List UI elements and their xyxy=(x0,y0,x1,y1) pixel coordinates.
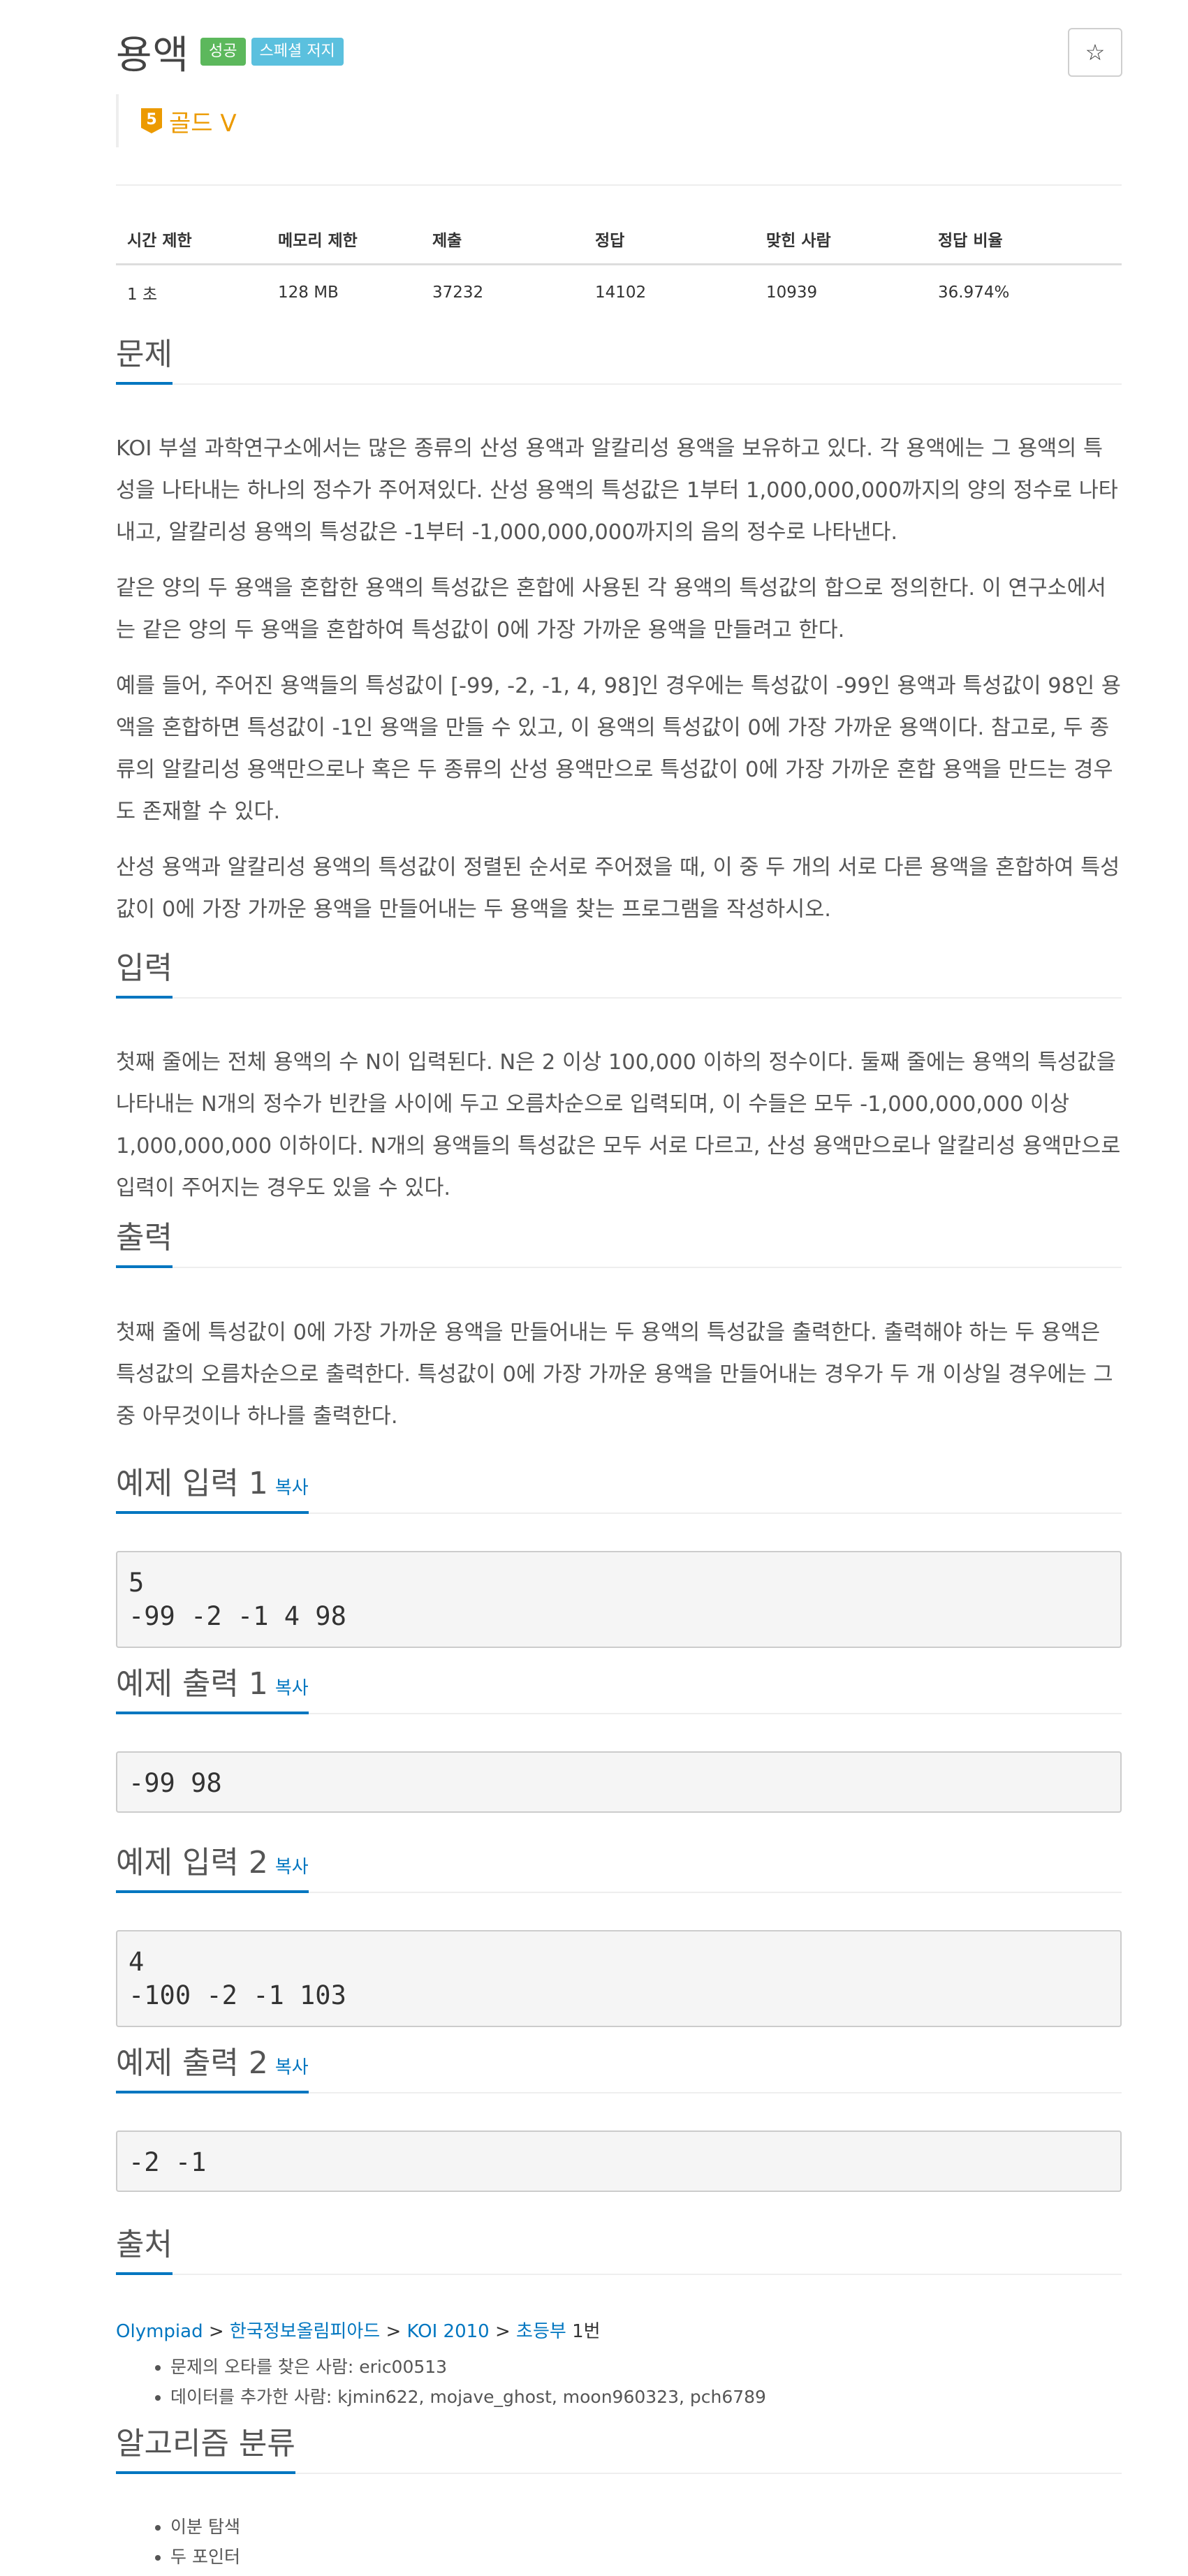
table-cell: 128 MB xyxy=(278,283,339,302)
paragraph: KOI 부설 과학연구소에서는 많은 종류의 산성 용액과 알칼리성 용액을 보… xyxy=(116,436,1118,545)
table-row: 1 초 128 MB 37232 14102 10939 36.974% xyxy=(116,264,1122,320)
algorithm-list: 이분 탐색 두 포인터 xyxy=(170,2512,240,2572)
copy-button[interactable]: 복사 xyxy=(275,2057,309,2078)
list-item: 문제의 오타를 찾은 사람: eric00513 xyxy=(170,2352,766,2382)
status-badge-success: 성공 xyxy=(200,37,246,66)
section-title: 예제 출력 2 xyxy=(116,2045,268,2081)
table-cell[interactable]: 10939 xyxy=(755,264,927,320)
section-title: 출처 xyxy=(116,2219,173,2275)
section-heading-input: 입력 xyxy=(116,950,1122,999)
breadcrumb-separator: > xyxy=(380,2321,407,2342)
sample-output-2[interactable]: -2 -1 xyxy=(116,2130,1122,2192)
source-breadcrumb: Olympiad > 한국정보올림피아드 > KOI 2010 > 초등부 1번 xyxy=(116,2317,601,2343)
section-heading-sample-input-2: 예제 입력 2 복사 xyxy=(116,1845,1122,1893)
sample-input-1[interactable]: 5 -99 -2 -1 4 98 xyxy=(116,1551,1122,1648)
page-title: 용액 xyxy=(116,32,190,78)
breadcrumb-separator: > xyxy=(203,2321,230,2342)
paragraph: 같은 양의 두 용액을 혼합한 용액의 특성값은 혼합에 사용된 각 용액의 특… xyxy=(116,576,1106,642)
tier-badge-icon: 5 xyxy=(140,107,163,135)
list-item: 데이터를 추가한 사람: kjmin622, mojave_ghost, moo… xyxy=(170,2382,766,2412)
table-cell: 1 초 xyxy=(127,285,158,304)
table-cell[interactable]: 37232 xyxy=(421,264,584,320)
source-link-elementary[interactable]: 초등부 xyxy=(516,2321,566,2342)
section-title: 예제 입력 1 xyxy=(116,1466,268,1501)
copy-button[interactable]: 복사 xyxy=(275,1857,309,1878)
source-problem-number: 1번 xyxy=(566,2321,601,2342)
section-heading-source: 출처 xyxy=(116,2227,1122,2275)
sample-input-2[interactable]: 4 -100 -2 -1 103 xyxy=(116,1930,1122,2027)
svg-text:5: 5 xyxy=(146,111,156,128)
paragraph: 첫째 줄에 특성값이 0에 가장 가까운 용액을 만들어내는 두 용액의 특성값… xyxy=(116,1320,1113,1429)
problem-info-table: 시간 제한 메모리 제한 제출 정답 맞힌 사람 정답 비율 1 초 128 M… xyxy=(116,215,1122,320)
copy-button[interactable]: 복사 xyxy=(275,1678,309,1699)
section-heading-algorithm: 알고리즘 분류 xyxy=(116,2426,1122,2474)
paragraph: 산성 용액과 알칼리성 용액의 특성값이 정렬된 순서로 주어졌을 때, 이 중… xyxy=(116,855,1120,922)
table-cell: 36.974% xyxy=(938,283,1010,302)
divider xyxy=(116,184,1122,186)
section-heading-sample-output-2: 예제 출력 2 복사 xyxy=(116,2045,1122,2093)
section-title: 문제 xyxy=(116,329,173,385)
section-title: 입력 xyxy=(116,943,173,999)
list-item[interactable]: 이분 탐색 xyxy=(170,2512,240,2542)
star-button[interactable]: ☆ xyxy=(1068,28,1122,77)
input-description: 첫째 줄에는 전체 용액의 수 N이 입력된다. N은 2 이상 100,000… xyxy=(116,1042,1122,1223)
paragraph: 첫째 줄에는 전체 용액의 수 N이 입력된다. N은 2 이상 100,000… xyxy=(116,1050,1121,1200)
section-heading-sample-output-1: 예제 출력 1 복사 xyxy=(116,1666,1122,1714)
sample-output-1[interactable]: -99 98 xyxy=(116,1751,1122,1813)
table-cell[interactable]: 14102 xyxy=(584,264,755,320)
source-link-koi[interactable]: 한국정보올림피아드 xyxy=(230,2321,380,2342)
tier-block: 5 골드 V xyxy=(116,94,237,147)
section-title: 예제 입력 2 xyxy=(116,1845,268,1881)
copy-button[interactable]: 복사 xyxy=(275,1478,309,1499)
paragraph: 예를 들어, 주어진 용액들의 특성값이 [-99, -2, -1, 4, 98… xyxy=(116,674,1121,824)
title-row: 용액 성공 스페셜 저지 xyxy=(116,24,344,80)
tier-label[interactable]: 골드 V xyxy=(169,104,237,138)
table-header: 정답 비율 xyxy=(927,215,1122,265)
section-heading-output: 출력 xyxy=(116,1220,1122,1268)
table-header: 시간 제한 xyxy=(116,215,267,265)
source-notes: 문제의 오타를 찾은 사람: eric00513 데이터를 추가한 사람: kj… xyxy=(170,2352,766,2412)
output-description: 첫째 줄에 특성값이 0에 가장 가까운 용액을 만들어내는 두 용액의 특성값… xyxy=(116,1312,1122,1452)
section-title: 출력 xyxy=(116,1212,173,1268)
table-header: 맞힌 사람 xyxy=(755,215,927,265)
star-icon: ☆ xyxy=(1085,39,1106,66)
source-link-koi-2010[interactable]: KOI 2010 xyxy=(407,2321,490,2342)
breadcrumb-separator: > xyxy=(489,2321,517,2342)
problem-description: KOI 부설 과학연구소에서는 많은 종류의 산성 용액과 알칼리성 용액을 보… xyxy=(116,428,1122,945)
table-header-row: 시간 제한 메모리 제한 제출 정답 맞힌 사람 정답 비율 xyxy=(116,215,1122,265)
table-header: 메모리 제한 xyxy=(267,215,421,265)
section-heading-sample-input-1: 예제 입력 1 복사 xyxy=(116,1466,1122,1514)
section-title: 알고리즘 분류 xyxy=(116,2418,295,2474)
list-item[interactable]: 두 포인터 xyxy=(170,2542,240,2572)
table-header: 정답 xyxy=(584,215,755,265)
section-title: 예제 출력 1 xyxy=(116,1666,268,1702)
section-heading-problem: 문제 xyxy=(116,337,1122,385)
table-header: 제출 xyxy=(421,215,584,265)
source-link-olympiad[interactable]: Olympiad xyxy=(116,2321,203,2342)
status-badge-special-judge: 스페셜 저지 xyxy=(251,37,344,66)
